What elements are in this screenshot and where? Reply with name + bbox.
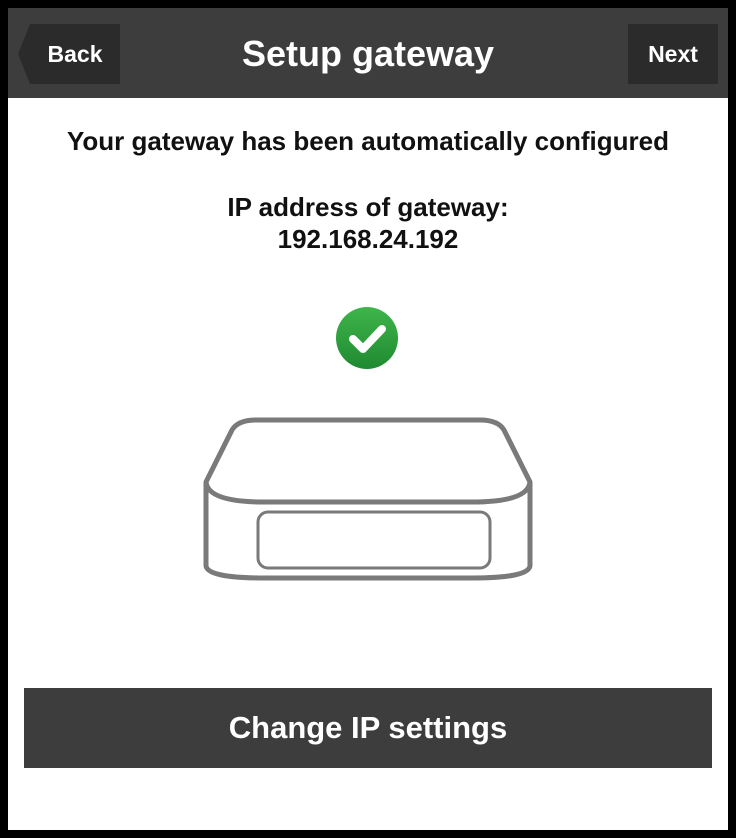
change-ip-settings-label: Change IP settings <box>228 710 508 745</box>
next-button-label: Next <box>648 40 698 67</box>
ip-address-label: IP address of gateway: <box>227 192 509 222</box>
setup-gateway-screen: Back Setup gateway Next Your gateway has… <box>8 8 728 830</box>
ip-address-value: 192.168.24.192 <box>277 224 459 254</box>
checkmark-success-icon <box>336 307 398 369</box>
back-button[interactable]: Back <box>18 24 120 84</box>
next-button[interactable]: Next <box>628 24 718 84</box>
gateway-device-icon <box>203 417 533 581</box>
back-button-label: Back <box>47 40 103 67</box>
status-message: Your gateway has been automatically conf… <box>67 126 669 156</box>
page-title: Setup gateway <box>241 33 495 74</box>
change-ip-settings-button[interactable]: Change IP settings <box>24 688 712 768</box>
header-bar: Back Setup gateway Next <box>8 8 728 98</box>
